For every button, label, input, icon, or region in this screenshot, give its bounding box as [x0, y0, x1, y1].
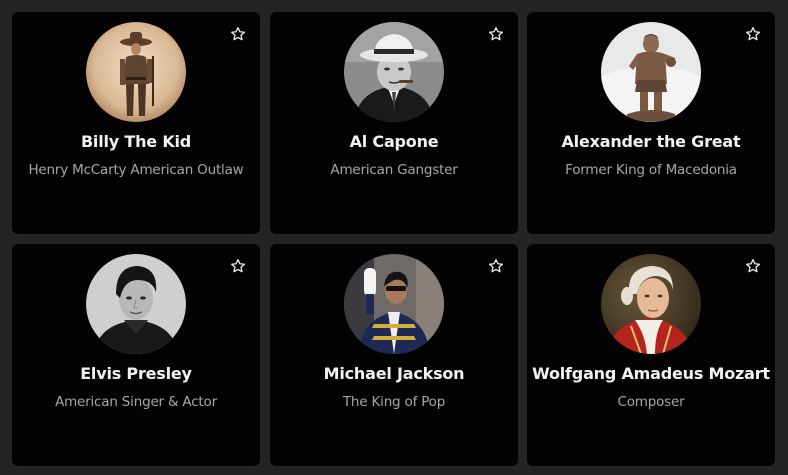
character-name: Alexander the Great: [561, 132, 741, 151]
star-icon[interactable]: [488, 258, 504, 274]
character-card-alexander-the-great[interactable]: Alexander the Great Former King of Maced…: [527, 12, 775, 234]
character-card-al-capone[interactable]: Al Capone American Gangster: [270, 12, 518, 234]
character-name: Michael Jackson: [323, 364, 465, 383]
character-name: Al Capone: [349, 132, 439, 151]
character-card-elvis-presley[interactable]: Elvis Presley American Singer & Actor: [12, 244, 260, 466]
character-description: American Gangster: [330, 162, 458, 178]
star-icon[interactable]: [230, 26, 246, 42]
character-grid: Billy The Kid Henry McCarty American Out…: [0, 0, 788, 475]
star-icon[interactable]: [745, 26, 761, 42]
character-card-michael-jackson[interactable]: Michael Jackson The King of Pop: [270, 244, 518, 466]
character-description: Composer: [617, 394, 685, 410]
character-description: Henry McCarty American Outlaw: [28, 162, 244, 178]
character-name: Elvis Presley: [80, 364, 192, 383]
avatar: [344, 22, 444, 122]
character-card-wolfgang-amadeus-mozart[interactable]: Wolfgang Amadeus Mozart Composer: [527, 244, 775, 466]
character-description: Former King of Macedonia: [565, 162, 737, 178]
avatar: [601, 22, 701, 122]
avatar: [344, 254, 444, 354]
star-icon[interactable]: [745, 258, 761, 274]
star-icon[interactable]: [488, 26, 504, 42]
character-description: American Singer & Actor: [55, 394, 217, 410]
avatar: [601, 254, 701, 354]
avatar: [86, 254, 186, 354]
character-name: Wolfgang Amadeus Mozart: [532, 364, 770, 383]
character-card-billy-the-kid[interactable]: Billy The Kid Henry McCarty American Out…: [12, 12, 260, 234]
star-icon[interactable]: [230, 258, 246, 274]
avatar: [86, 22, 186, 122]
character-description: The King of Pop: [342, 394, 446, 410]
character-name: Billy The Kid: [80, 132, 192, 151]
